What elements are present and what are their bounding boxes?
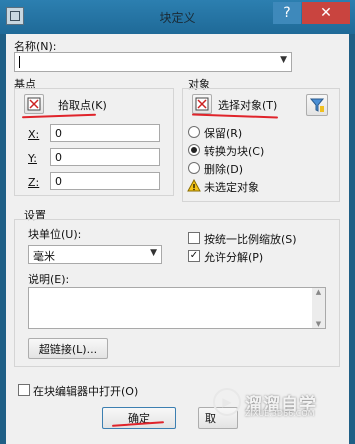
retain-label[interactable]: 保留(R): [204, 125, 242, 141]
watermark-play-icon: ▶: [213, 388, 241, 416]
name-combobox[interactable]: ▼: [14, 52, 292, 72]
block-unit-label: 块单位(U):: [28, 228, 82, 241]
watermark: ▶ 溜溜自学 ZIXUE.3D66.COM: [213, 380, 355, 424]
x-label: X:: [28, 128, 40, 141]
warning-icon: [187, 179, 201, 192]
scroll-up-icon[interactable]: ▲: [312, 288, 325, 296]
description-textarea[interactable]: [28, 287, 326, 329]
hyperlink-button[interactable]: 超链接(L)...: [28, 338, 108, 359]
x-input[interactable]: 0: [50, 124, 160, 142]
chevron-down-icon[interactable]: ▼: [280, 55, 287, 65]
chevron-down-icon[interactable]: ▼: [150, 248, 157, 258]
allow-explode-checkbox[interactable]: ✓: [188, 250, 200, 262]
description-scrollbar[interactable]: ▲ ▼: [312, 288, 325, 328]
quick-select-button[interactable]: [306, 94, 328, 116]
pick-point-label[interactable]: 拾取点(K): [58, 97, 107, 113]
no-objects-selected-text: 未选定对象: [204, 181, 259, 194]
block-unit-value: 毫米: [33, 250, 55, 263]
z-input[interactable]: 0: [50, 172, 160, 190]
title-bar[interactable]: 块定义 ? ✕: [0, 0, 355, 34]
description-label: 说明(E):: [28, 273, 70, 286]
retain-radio[interactable]: [188, 126, 200, 138]
z-label: Z:: [28, 176, 40, 189]
select-objects-icon: [195, 97, 209, 111]
uniform-scale-label[interactable]: 按统一比例缩放(S): [204, 231, 297, 247]
y-label: Y:: [28, 152, 37, 165]
convert-to-block-label[interactable]: 转换为块(C): [204, 143, 264, 159]
delete-label[interactable]: 删除(D): [204, 161, 243, 177]
allow-explode-label[interactable]: 允许分解(P): [204, 249, 263, 265]
help-button[interactable]: ?: [273, 2, 301, 24]
close-button[interactable]: ✕: [302, 2, 350, 24]
pick-point-icon: [27, 97, 41, 111]
block-unit-select[interactable]: 毫米 ▼: [28, 245, 162, 264]
y-input[interactable]: 0: [50, 148, 160, 166]
watermark-url: ZIXUE.3D66.COM: [245, 409, 315, 418]
convert-to-block-radio[interactable]: [188, 144, 200, 156]
select-objects-label[interactable]: 选择对象(T): [218, 97, 277, 113]
delete-radio[interactable]: [188, 162, 200, 174]
quick-select-filter-icon: [309, 98, 325, 112]
open-in-block-editor-label[interactable]: 在块编辑器中打开(O): [33, 383, 138, 399]
select-objects-icon-button[interactable]: [192, 94, 212, 114]
scroll-down-icon[interactable]: ▼: [312, 320, 325, 328]
open-in-block-editor-checkbox[interactable]: [18, 384, 30, 396]
uniform-scale-checkbox[interactable]: [188, 232, 200, 244]
text-cursor: [19, 56, 20, 68]
pick-point-icon-button[interactable]: [24, 94, 44, 114]
